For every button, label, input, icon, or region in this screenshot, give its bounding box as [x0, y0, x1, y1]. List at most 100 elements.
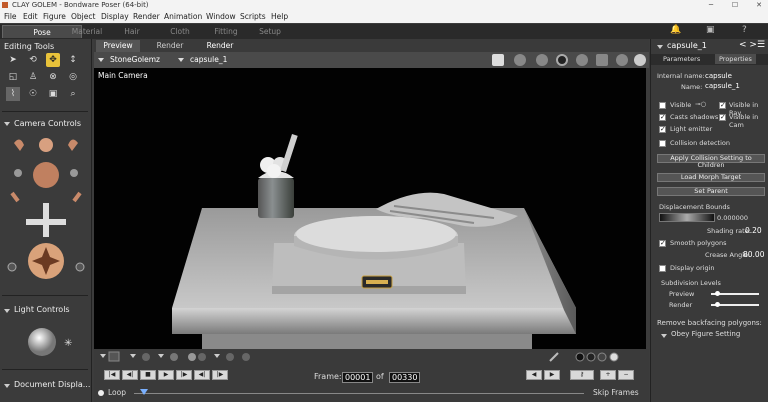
- figure-dropdown[interactable]: StoneGolemz: [98, 55, 160, 64]
- light-controls-widget[interactable]: ✳: [20, 325, 80, 359]
- prev-next-actor-icon[interactable]: < >: [739, 40, 757, 50]
- light-emitter-checkbox[interactable]: [659, 125, 666, 133]
- menu-animation[interactable]: Animation: [164, 11, 202, 23]
- next-key-button[interactable]: ▶: [544, 370, 560, 380]
- add-key-button[interactable]: +: [600, 370, 616, 380]
- tab-hair[interactable]: Hair: [112, 25, 152, 38]
- previous-keyframe-button[interactable]: ◀|: [122, 370, 138, 380]
- total-frames-field[interactable]: 00330: [389, 372, 421, 383]
- panel-menu-icon[interactable]: ☰: [757, 40, 765, 50]
- crease-angle-value[interactable]: 80.00: [743, 250, 764, 259]
- smooth-polygons-checkbox[interactable]: [659, 239, 666, 247]
- bell-icon[interactable]: 🔔: [670, 25, 681, 35]
- set-parent-button[interactable]: Set Parent: [657, 187, 765, 196]
- visible-in-cam-checkbox[interactable]: [719, 113, 726, 121]
- timeline-playhead[interactable]: [140, 389, 148, 395]
- menu-scripts[interactable]: Scripts: [240, 11, 266, 23]
- 3d-viewport[interactable]: Main Camera: [94, 68, 646, 349]
- render-slider-knob[interactable]: [715, 302, 720, 307]
- shading-rate-value[interactable]: 0.20: [745, 226, 762, 235]
- obey-figure-setting-dropdown[interactable]: Obey Figure Setting: [671, 330, 740, 338]
- options-icon[interactable]: [634, 54, 646, 66]
- tab-material[interactable]: Material: [62, 25, 112, 38]
- render-icon[interactable]: [536, 54, 548, 66]
- tab-render-settings[interactable]: Render: [198, 40, 242, 52]
- rotate-tool-icon[interactable]: ⟲: [26, 53, 40, 67]
- displacement-bounds-dial[interactable]: [659, 213, 715, 222]
- menu-render[interactable]: Render: [133, 11, 160, 23]
- collapse-parameters-icon[interactable]: [657, 45, 663, 49]
- next-keyframe-button[interactable]: |▶: [176, 370, 192, 380]
- grouping-tool-icon[interactable]: ⌇: [6, 87, 20, 101]
- tab-cloth[interactable]: Cloth: [160, 25, 200, 38]
- scale-tool-icon[interactable]: ◱: [6, 70, 20, 84]
- name-field[interactable]: capsule_1: [705, 82, 740, 90]
- morph-brush-icon[interactable]: ▣: [46, 87, 60, 101]
- menu-figure[interactable]: Figure: [43, 11, 66, 23]
- actor-dropdown[interactable]: capsule_1: [178, 55, 227, 64]
- next-frame-button[interactable]: |▶: [212, 370, 228, 380]
- direct-manipulation-icon[interactable]: ⌕: [66, 87, 80, 101]
- help-icon[interactable]: ?: [742, 25, 747, 35]
- tab-render[interactable]: Render: [148, 40, 192, 52]
- window-title: CLAY GOLEM - Bondware Poser (64-bit): [12, 1, 149, 9]
- lighting-icon[interactable]: [616, 54, 628, 66]
- tab-parameters[interactable]: Parameters: [663, 55, 700, 63]
- preview-slider-knob[interactable]: [715, 291, 720, 296]
- menu-object[interactable]: Object: [71, 11, 95, 23]
- light-sphere-icon: [28, 328, 56, 356]
- loop-radio[interactable]: [98, 390, 104, 396]
- chat-icon[interactable]: ▣: [706, 25, 715, 35]
- load-morph-target-button[interactable]: Load Morph Target: [657, 173, 765, 182]
- divider: [2, 369, 88, 370]
- menu-window[interactable]: Window: [206, 11, 236, 23]
- view-magnifier-icon[interactable]: ☉: [26, 87, 40, 101]
- menu-file[interactable]: File: [4, 11, 17, 23]
- maximize-icon[interactable]: ☐: [728, 0, 742, 11]
- camera-settings-icon[interactable]: [514, 54, 526, 66]
- twist-tool-icon[interactable]: ↕: [66, 53, 80, 67]
- previous-frame-button[interactable]: ◀|: [194, 370, 210, 380]
- chain-break-icon[interactable]: ⊗: [46, 70, 60, 84]
- video-camera-icon[interactable]: [596, 54, 608, 66]
- menu-help[interactable]: Help: [271, 11, 288, 23]
- tab-setup[interactable]: Setup: [250, 25, 290, 38]
- tab-properties[interactable]: Properties: [715, 54, 756, 64]
- collapse-light-icon[interactable]: [4, 309, 10, 313]
- displacement-value[interactable]: 0.000000: [717, 214, 748, 222]
- key-icon[interactable]: ⚷: [570, 370, 594, 380]
- menu-edit[interactable]: Edit: [23, 11, 38, 23]
- stop-button[interactable]: ■: [140, 370, 156, 380]
- material-ball-icon[interactable]: [556, 54, 568, 66]
- collapse-camera-icon[interactable]: [4, 122, 10, 126]
- camera-icon[interactable]: [492, 54, 504, 66]
- translate-tool-icon[interactable]: ✥: [46, 53, 60, 67]
- chevron-down-icon[interactable]: [661, 334, 667, 338]
- color-tool-icon[interactable]: ◎: [66, 70, 80, 84]
- select-tool-icon[interactable]: ➤: [6, 53, 20, 67]
- taper-tool-icon[interactable]: ♙: [26, 70, 40, 84]
- current-frame-field[interactable]: 00001: [342, 372, 374, 383]
- viewport-options[interactable]: [94, 349, 649, 366]
- tab-fitting[interactable]: Fitting: [206, 25, 246, 38]
- apply-collision-button[interactable]: Apply Collision Setting to Children: [657, 154, 765, 169]
- menu-display[interactable]: Display: [101, 11, 129, 23]
- visible-in-ray-checkbox[interactable]: [719, 101, 726, 109]
- visible-checkbox[interactable]: [659, 102, 666, 109]
- minimize-icon[interactable]: ─: [704, 0, 718, 11]
- camera-controls-widget[interactable]: [4, 133, 88, 283]
- go-to-start-button[interactable]: |◀: [104, 370, 120, 380]
- light-settings-icon[interactable]: [576, 54, 588, 66]
- hands-icon: [10, 191, 82, 203]
- previous-key-button[interactable]: ◀: [526, 370, 542, 380]
- tab-preview[interactable]: Preview: [96, 40, 140, 52]
- app-logo-icon: [2, 2, 8, 8]
- remove-key-button[interactable]: −: [618, 370, 634, 380]
- close-icon[interactable]: ✕: [752, 0, 766, 11]
- collision-detection-checkbox[interactable]: [659, 140, 666, 147]
- casts-shadows-checkbox[interactable]: [659, 113, 666, 121]
- play-button[interactable]: ▶: [158, 370, 174, 380]
- display-origin-checkbox[interactable]: [659, 265, 666, 272]
- timeline-track[interactable]: [134, 393, 584, 394]
- collapse-document-display-icon[interactable]: [4, 384, 10, 388]
